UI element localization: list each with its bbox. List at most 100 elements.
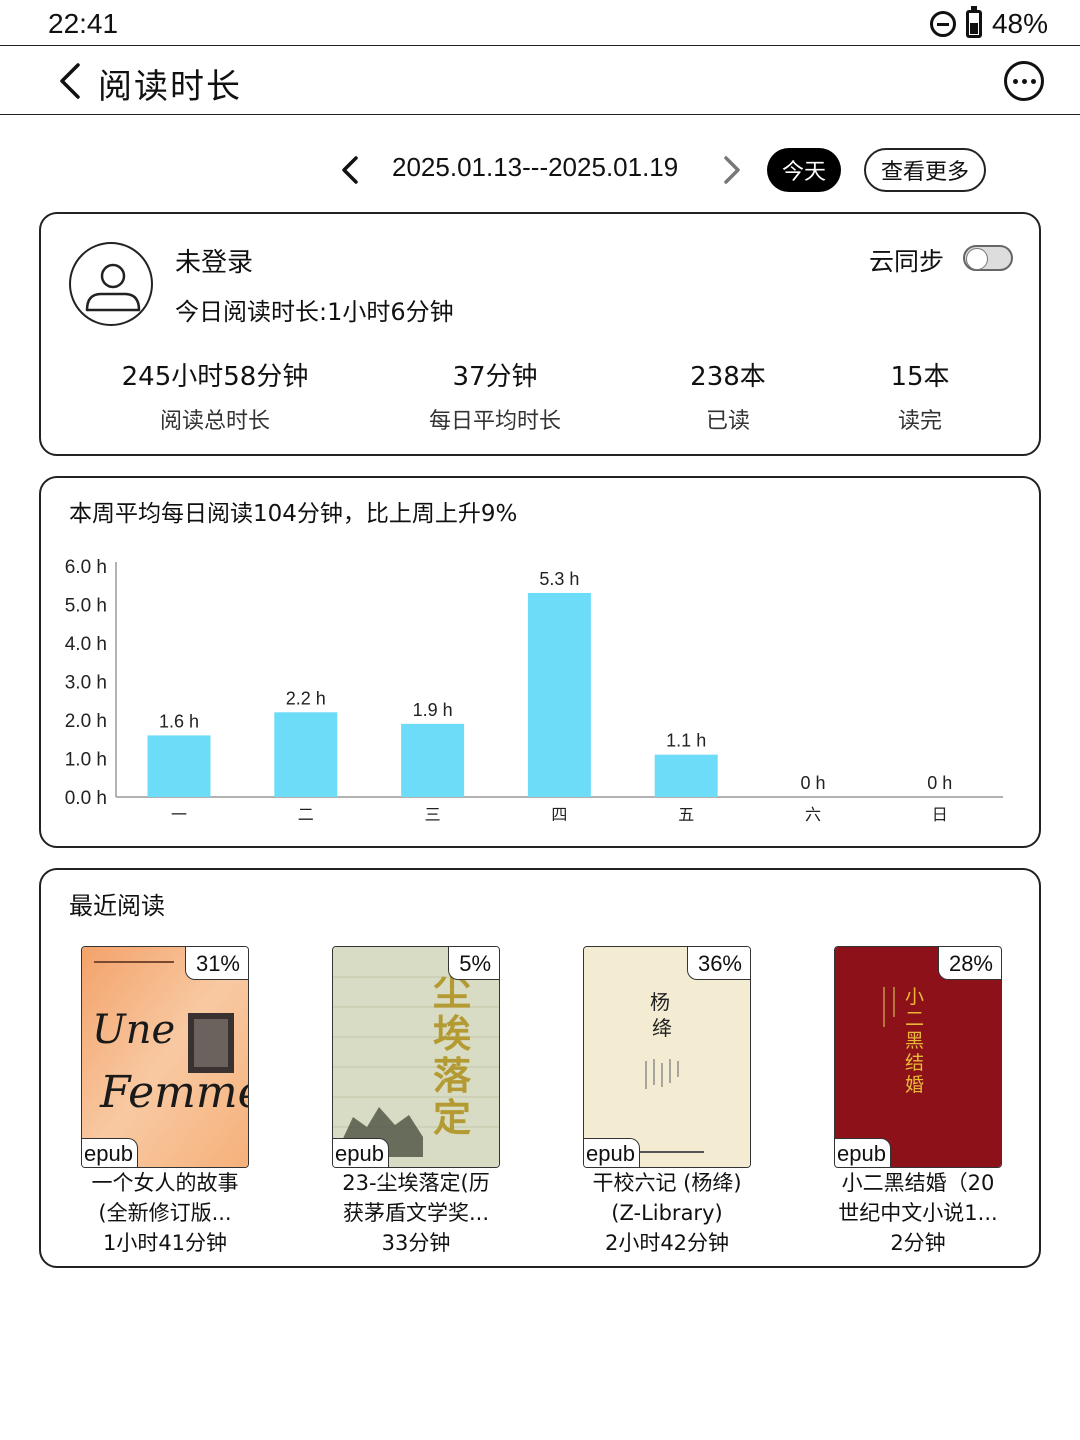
username[interactable]: 未登录 — [175, 242, 253, 279]
book-cover-image: 尘 埃 落 定 — [333, 947, 499, 1167]
x-tick-label: 一 — [171, 805, 187, 824]
svg-text:小: 小 — [905, 986, 924, 1008]
bar-value-label: 1.9 h — [413, 700, 453, 720]
more-options-icon[interactable] — [1004, 61, 1044, 101]
book-reading-time: 2小时42分钟 — [604, 1231, 730, 1255]
stat-value: 245小时58分钟 — [121, 362, 309, 392]
status-bar: 22:41 48% — [0, 0, 1080, 46]
profile-card: 未登录 今日阅读时长:1小时6分钟 云同步 245小时58分钟 阅读总时长 37… — [39, 212, 1041, 456]
book-title: 一个女人的故事 — [91, 1171, 239, 1195]
status-time: 22:41 — [48, 8, 119, 39]
svg-text:落: 落 — [433, 1054, 472, 1098]
bar — [654, 754, 718, 797]
svg-text:Femme: Femme — [99, 1067, 249, 1118]
progress-badge: 36% — [686, 947, 750, 980]
stat-books-finished: 15本 读完 — [859, 356, 981, 435]
format-badge: epub — [82, 1138, 138, 1167]
recent-book[interactable]: 小 二 黑 结 婚 28% epub 小二黑结婚（20 世纪中文小说1... 2… — [808, 946, 1028, 1258]
book-title: 23-尘埃落定(历 — [342, 1171, 490, 1195]
battery-icon — [965, 6, 982, 38]
format-badge: epub — [333, 1138, 389, 1167]
book-title-line2: 获茅盾文学奖... — [342, 1201, 490, 1225]
y-tick-label: 3.0 h — [65, 673, 107, 694]
bar — [527, 592, 591, 797]
stat-label: 已读 — [705, 409, 750, 434]
stat-value: 15本 — [890, 362, 950, 392]
svg-text:黑: 黑 — [905, 1030, 924, 1052]
book-cover-image: 杨 绛 — [584, 947, 750, 1167]
x-tick-label: 日 — [932, 805, 948, 824]
page-title: 阅读时长 — [98, 67, 242, 107]
stat-label: 读完 — [897, 409, 942, 434]
today-button[interactable]: 今天 — [767, 148, 841, 192]
date-range: 2025.01.13---2025.01.19 — [392, 152, 679, 182]
book-cover[interactable]: 杨 绛 36% epub — [583, 946, 751, 1168]
recent-book[interactable]: Une Femme 31% epub 一个女人的故事 (全新修订版... 1小时… — [55, 946, 275, 1258]
progress-badge: 5% — [448, 947, 499, 980]
cloud-sync-toggle[interactable] — [963, 245, 1013, 271]
svg-text:定: 定 — [433, 1096, 471, 1140]
x-tick-label: 六 — [805, 805, 821, 824]
recent-reading-title: 最近阅读 — [69, 892, 165, 920]
svg-text:埃: 埃 — [433, 1012, 471, 1056]
progress-badge: 28% — [937, 947, 1001, 980]
format-badge: epub — [835, 1138, 891, 1167]
svg-text:结: 结 — [905, 1052, 924, 1074]
bar — [401, 723, 465, 797]
svg-text:二: 二 — [905, 1008, 924, 1030]
bar-value-label: 0 h — [800, 773, 825, 793]
recent-book[interactable]: 尘 埃 落 定 5% epub 23-尘埃落定(历 获茅盾文学奖... 33分钟 — [306, 946, 526, 1258]
svg-text:Une: Une — [92, 1007, 175, 1053]
battery-percent: 48% — [991, 8, 1048, 39]
book-cover-image: 小 二 黑 结 婚 — [835, 947, 1001, 1167]
format-badge: epub — [584, 1138, 640, 1167]
x-tick-label: 二 — [298, 805, 314, 824]
book-title: 干校六记 (杨绛) — [592, 1171, 742, 1195]
stat-label: 每日平均时长 — [428, 409, 561, 434]
avatar[interactable] — [69, 242, 153, 326]
y-tick-label: 2.0 h — [65, 711, 107, 732]
book-reading-time: 2分钟 — [890, 1231, 946, 1255]
x-tick-label: 五 — [678, 805, 694, 824]
book-title-line2: 世纪中文小说1... — [838, 1201, 998, 1225]
bar — [147, 735, 211, 797]
book-cover[interactable]: 尘 埃 落 定 5% epub — [332, 946, 500, 1168]
y-tick-label: 4.0 h — [65, 634, 107, 655]
date-navigation: 2025.01.13---2025.01.19 今天 查看更多 — [0, 146, 1080, 196]
title-bar: 阅读时长 — [0, 47, 1080, 115]
bar-value-label: 0 h — [927, 773, 952, 793]
book-title-line2: (Z-Library) — [611, 1201, 723, 1225]
bar-value-label: 1.1 h — [666, 731, 706, 751]
x-tick-label: 四 — [551, 805, 567, 824]
book-cover[interactable]: Une Femme 31% epub — [81, 946, 249, 1168]
back-icon[interactable] — [56, 61, 86, 101]
recent-reading-card: 最近阅读 Une Femme 31% epub 一个女人的故事 (全新修订版..… — [39, 868, 1041, 1268]
view-more-button[interactable]: 查看更多 — [864, 148, 986, 192]
stat-value: 238本 — [690, 362, 766, 392]
svg-text:杨: 杨 — [650, 990, 670, 1014]
previous-week-icon[interactable] — [336, 152, 364, 188]
stat-total-time: 245小时58分钟 阅读总时长 — [95, 356, 335, 435]
bar-value-label: 2.2 h — [286, 688, 326, 708]
recent-book[interactable]: 杨 绛 36% epub 干校六记 (杨绛) (Z-Library) 2小时42… — [557, 946, 777, 1258]
book-reading-time: 33分钟 — [381, 1231, 451, 1255]
progress-badge: 31% — [184, 947, 248, 980]
stat-daily-average: 37分钟 每日平均时长 — [395, 356, 595, 435]
bar-value-label: 1.6 h — [159, 711, 199, 731]
y-tick-label: 1.0 h — [65, 750, 107, 771]
stat-label: 阅读总时长 — [159, 409, 270, 434]
book-cover[interactable]: 小 二 黑 结 婚 28% epub — [834, 946, 1002, 1168]
svg-text:婚: 婚 — [905, 1074, 924, 1096]
book-title-line2: (全新修订版... — [98, 1201, 232, 1225]
weekly-reading-bar-chart: 0.0 h 1.0 h 2.0 h 3.0 h 4.0 h 5.0 h 6.0 h 1.6 h… — [65, 557, 1003, 824]
bar — [274, 712, 338, 797]
y-tick-label: 6.0 h — [65, 557, 107, 578]
stat-books-read: 238本 已读 — [667, 356, 789, 435]
bar-value-label: 5.3 h — [539, 569, 579, 589]
book-cover-image: Une Femme — [82, 947, 249, 1167]
x-tick-label: 三 — [425, 805, 441, 824]
next-week-icon[interactable] — [718, 152, 746, 188]
weekly-chart-card: 本周平均每日阅读104分钟，比上周上升9% 0.0 h 1.0 h 2.0 h 3.0… — [39, 476, 1041, 848]
svg-text:绛: 绛 — [652, 1016, 672, 1040]
book-title: 小二黑结婚（20 — [841, 1171, 995, 1195]
